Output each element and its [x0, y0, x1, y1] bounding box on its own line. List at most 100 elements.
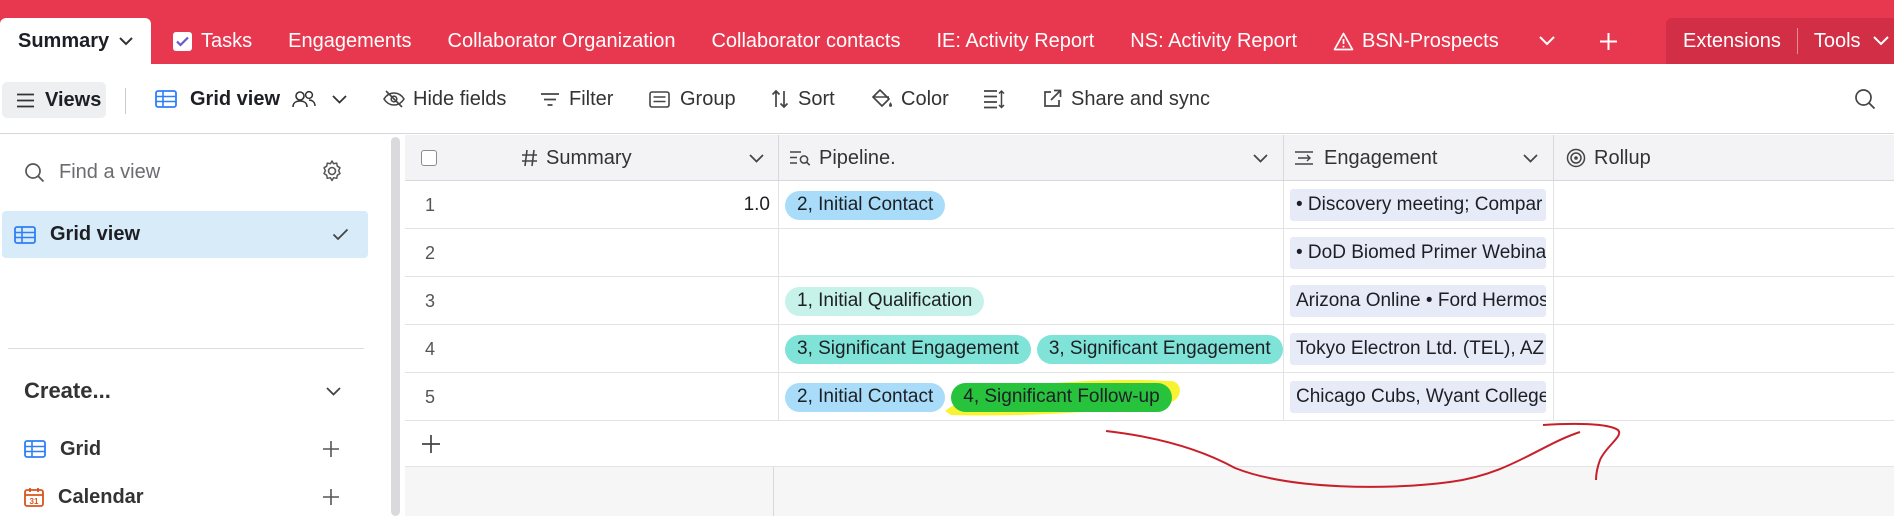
pipeline-cell[interactable] [779, 229, 1284, 277]
group-button[interactable]: Group [649, 64, 736, 134]
create-calendar-view[interactable]: 31 Calendar [24, 479, 354, 515]
engagement-cell[interactable]: • Discovery meeting; Compar [1284, 181, 1554, 229]
summary-cell[interactable] [509, 325, 779, 373]
plus-icon[interactable] [322, 440, 340, 458]
sidebar-scrollbar[interactable] [391, 137, 400, 516]
tab-engagements[interactable]: Engagements [270, 18, 429, 64]
row-number: 3 [425, 290, 436, 311]
summary-cell[interactable] [509, 373, 779, 421]
tools-label: Tools [1813, 29, 1861, 52]
column-header-label: Pipeline. [819, 146, 896, 169]
tab-tasks[interactable]: Tasks [157, 18, 270, 64]
create-grid-view[interactable]: Grid [24, 431, 354, 467]
tab-label: IE: Activity Report [936, 29, 1095, 52]
pipeline-cell[interactable]: 3, Significant Engagement 3, Significant… [779, 325, 1284, 373]
add-record-row[interactable] [405, 421, 1894, 467]
chevron-down-icon[interactable] [332, 94, 347, 104]
column-header-label: Summary [546, 146, 632, 169]
table-row[interactable]: 2 • DoD Biomed Primer Webina [405, 229, 1894, 277]
search-button[interactable] [1854, 64, 1876, 134]
rollup-cell[interactable] [1554, 181, 1894, 229]
table-row[interactable]: 4 3, Significant Engagement 3, Significa… [405, 325, 1894, 373]
pipeline-cell[interactable]: 2, Initial Contact 4, Significant Follow… [779, 373, 1284, 421]
sidebar-item-grid-view[interactable]: Grid view [2, 211, 368, 258]
chevron-down-icon[interactable] [1253, 153, 1268, 163]
pipeline-cell[interactable]: 1, Initial Qualification [779, 277, 1284, 325]
more-tabs-button[interactable] [1517, 18, 1577, 64]
pipeline-stage-pill: 2, Initial Contact [785, 382, 946, 412]
tab-bsn-prospects[interactable]: BSN-Prospects [1315, 18, 1517, 64]
engagement-cell[interactable]: Arizona Online • Ford Hermos [1284, 277, 1554, 325]
view-name-button[interactable]: Grid view [155, 64, 347, 134]
tab-collaborator-contacts[interactable]: Collaborator contacts [693, 18, 918, 64]
plus-icon [1599, 32, 1618, 51]
table-tab-bar: Summary Tasks Engagements Collaborator O… [0, 0, 1894, 64]
warning-icon [1333, 32, 1354, 51]
rollup-cell[interactable] [1554, 277, 1894, 325]
select-all-checkbox[interactable] [421, 150, 437, 166]
engagement-cell[interactable]: Tokyo Electron Ltd. (TEL), AZ T [1284, 325, 1554, 373]
hide-fields-button[interactable]: Hide fields [383, 64, 506, 134]
hamburger-icon [16, 93, 35, 108]
summary-value: 1.0 [743, 194, 770, 215]
summary-cell[interactable] [509, 277, 779, 325]
share-and-sync-button[interactable]: Share and sync [1042, 64, 1210, 134]
grid-icon [14, 225, 36, 244]
linked-record-icon [1294, 150, 1314, 166]
plus-icon[interactable] [421, 434, 441, 454]
column-header-pipeline[interactable]: Pipeline. [779, 135, 1284, 181]
tab-ie-activity-report[interactable]: IE: Activity Report [918, 18, 1112, 64]
table-row[interactable]: 1 1.0 2, Initial Contact • Discovery mee… [405, 181, 1894, 229]
engagement-cell[interactable]: Chicago Cubs, Wyant College [1284, 373, 1554, 421]
table-row[interactable]: 5 2, Initial Contact 4, Significant Foll… [405, 373, 1894, 421]
column-header-engagement[interactable]: Engagement [1284, 135, 1554, 181]
grid-icon [24, 440, 46, 458]
find-view-input[interactable] [59, 160, 289, 184]
summary-cell[interactable]: 1.0 [509, 181, 779, 229]
linked-record-chip[interactable]: Arizona Online • Ford Hermos [1290, 285, 1546, 317]
pipeline-cell[interactable]: 2, Initial Contact [779, 181, 1284, 229]
table-row[interactable]: 3 1, Initial Qualification Arizona Onlin… [405, 277, 1894, 325]
chevron-down-icon[interactable] [1523, 153, 1538, 163]
checkmark-icon [332, 228, 349, 241]
column-header-summary[interactable]: Summary [509, 135, 779, 181]
filter-button[interactable]: Filter [540, 64, 613, 134]
search-icon [1854, 88, 1876, 110]
views-label: Views [45, 88, 102, 111]
column-header-rollup[interactable]: Rollup [1554, 135, 1894, 181]
summary-cell[interactable] [509, 229, 779, 277]
views-toggle-button[interactable]: Views [2, 82, 106, 118]
gear-icon[interactable] [320, 159, 344, 183]
engagement-cell[interactable]: • DoD Biomed Primer Webina [1284, 229, 1554, 277]
tabs-strip: Tasks Engagements Collaborator Organizat… [157, 18, 1617, 64]
extensions-button[interactable]: Extensions [1666, 18, 1797, 64]
chevron-down-icon[interactable] [119, 36, 133, 46]
tab-ns-activity-report[interactable]: NS: Activity Report [1112, 18, 1315, 64]
pipeline-stage-pill: 3, Significant Engagement [785, 334, 1031, 364]
plus-icon[interactable] [322, 488, 340, 506]
view-name-label: Grid view [190, 87, 281, 110]
chevron-down-icon[interactable] [749, 153, 764, 163]
tab-label: BSN-Prospects [1362, 29, 1499, 52]
rollup-icon [1566, 148, 1586, 168]
row-height-button[interactable] [983, 64, 1005, 134]
linked-record-chip[interactable]: Tokyo Electron Ltd. (TEL), AZ T [1290, 333, 1546, 365]
linked-record-chip[interactable]: • DoD Biomed Primer Webina [1290, 237, 1546, 269]
tab-summary[interactable]: Summary [0, 18, 151, 64]
sort-button[interactable]: Sort [771, 64, 835, 134]
pipeline-stage-pill: 3, Significant Engagement [1036, 334, 1283, 364]
color-button[interactable]: Color [871, 64, 949, 134]
add-table-button[interactable] [1577, 18, 1640, 64]
hash-icon [521, 149, 538, 167]
rollup-cell[interactable] [1554, 229, 1894, 277]
linked-record-chip[interactable]: • Discovery meeting; Compar [1290, 189, 1546, 221]
row-number: 4 [425, 338, 436, 359]
rollup-cell[interactable] [1554, 325, 1894, 373]
linked-record-chip[interactable]: Chicago Cubs, Wyant College [1290, 381, 1546, 413]
tab-collaborator-organization[interactable]: Collaborator Organization [430, 18, 694, 64]
create-view-section-toggle[interactable]: Create... [24, 373, 354, 409]
extensions-label: Extensions [1683, 29, 1781, 52]
tools-button[interactable]: Tools [1798, 18, 1889, 64]
rollup-cell[interactable] [1554, 373, 1894, 421]
tab-label: Engagements [288, 29, 412, 52]
